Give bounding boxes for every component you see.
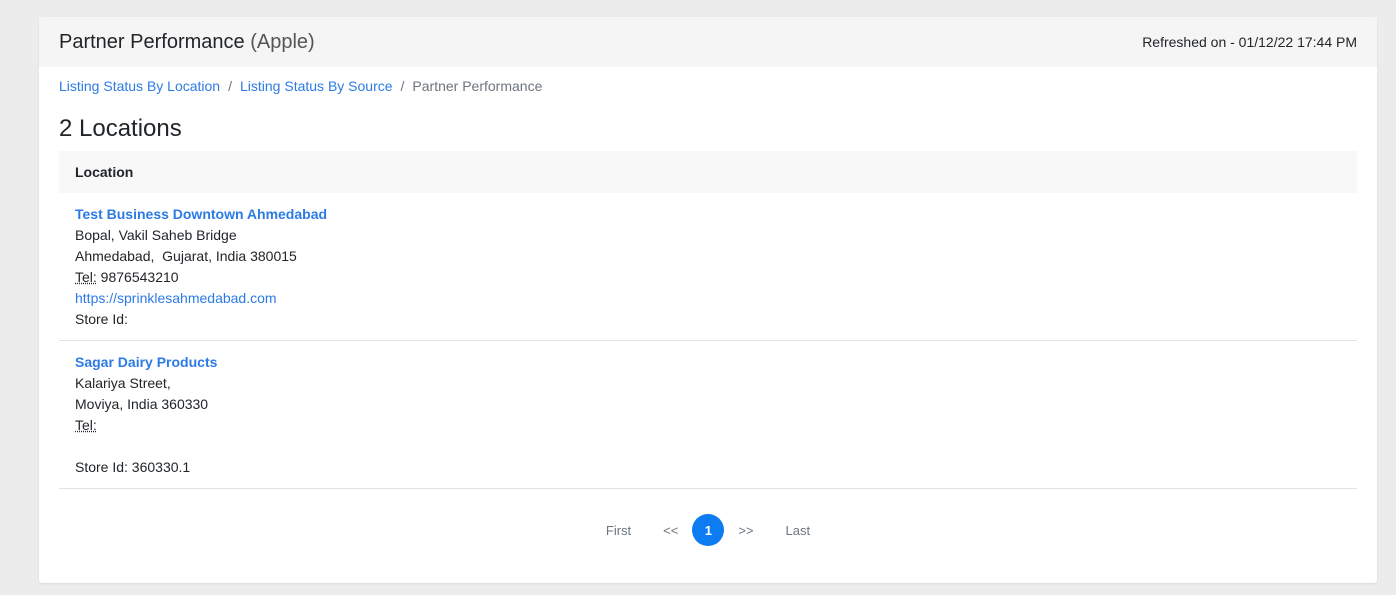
card-header: Partner Performance (Apple) Refreshed on… (39, 17, 1377, 67)
breadcrumb-separator: / (400, 78, 405, 94)
refreshed-timestamp: Refreshed on - 01/12/22 17:44 PM (1142, 34, 1357, 50)
pagination-next-button[interactable]: >> (730, 523, 761, 538)
breadcrumb-current: Partner Performance (412, 78, 543, 94)
pagination: First << 1 >> Last (39, 514, 1377, 546)
tel-label: Tel: (75, 269, 97, 285)
page-title-subtitle: (Apple) (250, 30, 315, 53)
tel-label: Tel: (75, 417, 97, 433)
location-name-link[interactable]: Sagar Dairy Products (75, 352, 1341, 373)
page-title-text: Partner Performance (59, 30, 245, 53)
table-row: Test Business Downtown Ahmedabad Bopal, … (59, 193, 1357, 341)
locations-table: Location Test Business Downtown Ahmedaba… (59, 151, 1357, 489)
location-store-id: Store Id: 360330.1 (75, 459, 191, 475)
location-address-line1: Kalariya Street, (75, 375, 171, 391)
location-name-link[interactable]: Test Business Downtown Ahmedabad (75, 204, 1341, 225)
table-row: Sagar Dairy Products Kalariya Street, Mo… (59, 341, 1357, 489)
breadcrumb: Listing Status By Location / Listing Sta… (59, 77, 1357, 95)
location-store-id: Store Id: (75, 311, 128, 327)
location-address-line2: Moviya, India 360330 (75, 396, 209, 412)
pagination-prev-button[interactable]: << (655, 523, 686, 538)
locations-count-heading: 2 Locations (59, 115, 182, 142)
location-phone: Tel: 9876543210 (75, 267, 1341, 288)
tel-value: 9876543210 (96, 269, 179, 285)
location-website-link[interactable] (75, 436, 1341, 457)
main-card: Partner Performance (Apple) Refreshed on… (39, 17, 1377, 583)
card-body: Listing Status By Location / Listing Sta… (39, 77, 1377, 489)
location-phone: Tel: (75, 415, 1341, 436)
table-header-location[interactable]: Location (59, 151, 1357, 193)
page-title: Partner Performance (Apple) (59, 31, 315, 54)
location-website-link[interactable]: https://sprinklesahmedabad.com (75, 288, 1341, 309)
location-address-line1: Bopal, Vakil Saheb Bridge (75, 227, 237, 243)
pagination-last-button[interactable]: Last (778, 523, 819, 538)
breadcrumb-listing-status-by-location[interactable]: Listing Status By Location (59, 78, 220, 94)
breadcrumb-listing-status-by-source[interactable]: Listing Status By Source (240, 78, 393, 94)
location-address-line2: Ahmedabad, Gujarat, India 380015 (75, 248, 297, 264)
breadcrumb-separator: / (228, 78, 232, 94)
pagination-current-page[interactable]: 1 (692, 514, 725, 546)
pagination-first-button[interactable]: First (598, 523, 639, 538)
